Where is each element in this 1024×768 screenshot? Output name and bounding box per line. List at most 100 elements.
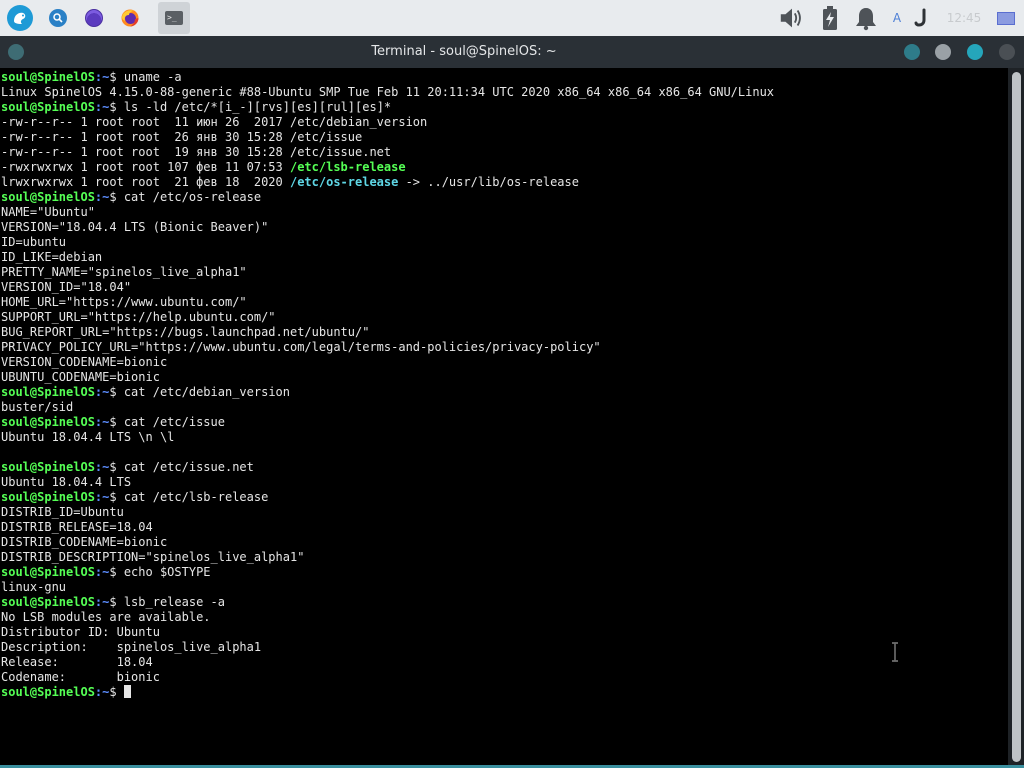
show-desktop-icon <box>997 11 1015 25</box>
output-text: Linux SpinelOS 4.15.0-88-generic #88-Ubu… <box>1 85 775 99</box>
output-text: Ubuntu 18.04.4 LTS <box>1 475 132 489</box>
prompt-symbol: $ <box>109 490 124 504</box>
prompt-symbol: $ <box>109 415 124 429</box>
output-line: Linux SpinelOS 4.15.0-88-generic #88-Ubu… <box>1 85 774 100</box>
output-text: SUPPORT_URL="https://help.ubuntu.com/" <box>1 310 276 324</box>
output-text: -rw-r--r-- 1 root root 11 июн 26 2017 /e… <box>1 115 428 129</box>
highlighted-path: /etc/os-release <box>289 175 399 189</box>
top-panel: >_ A 12:45 <box>0 0 1024 36</box>
show-desktop-button[interactable] <box>990 4 1022 32</box>
output-text: PRIVACY_POLICY_URL="https://www.ubuntu.c… <box>1 340 601 354</box>
output-line: SUPPORT_URL="https://help.ubuntu.com/" <box>1 310 774 325</box>
command-text: cat /etc/issue.net <box>123 460 254 474</box>
terminal-cursor <box>123 685 131 698</box>
prompt-path: :~ <box>94 685 110 699</box>
prompt-path: :~ <box>94 100 110 114</box>
command-text: uname -a <box>123 70 182 84</box>
text-cursor-icon <box>892 642 898 662</box>
search-launcher[interactable] <box>44 4 72 32</box>
output-text: Description: spinelos_live_alpha1 <box>1 640 262 654</box>
volume-icon[interactable] <box>778 4 806 32</box>
prompt-user: soul@SpinelOS <box>1 385 95 399</box>
output-line: VERSION="18.04.4 LTS (Bionic Beaver)" <box>1 220 774 235</box>
terminal-icon: >_ <box>165 11 183 25</box>
output-line: Ubuntu 18.04.4 LTS <box>1 475 774 490</box>
output-line: HOME_URL="https://www.ubuntu.com/" <box>1 295 774 310</box>
maximize-button[interactable] <box>967 44 983 60</box>
prompt-path: :~ <box>94 595 110 609</box>
output-line: DISTRIB_ID=Ubuntu <box>1 505 774 520</box>
prompt-path: :~ <box>94 70 110 84</box>
command-text: cat /etc/os-release <box>123 190 262 204</box>
output-text: buster/sid <box>1 400 74 414</box>
output-text: linux-gnu <box>1 580 67 594</box>
app-icon <box>85 9 103 27</box>
prompt-symbol: $ <box>109 460 124 474</box>
output-text: BUG_REPORT_URL="https://bugs.launchpad.n… <box>1 325 370 339</box>
output-text: Release: 18.04 <box>1 655 153 669</box>
prompt-line: soul@SpinelOS:~$ cat /etc/os-release <box>1 190 774 205</box>
prompt-user: soul@SpinelOS <box>1 595 95 609</box>
output-text: ID=ubuntu <box>1 235 67 249</box>
prompt-symbol: $ <box>109 685 124 699</box>
terminal-area[interactable]: soul@SpinelOS:~$ uname -a Linux SpinelOS … <box>0 68 1008 768</box>
window-menu-button[interactable] <box>8 44 24 60</box>
prompt-user: soul@SpinelOS <box>1 190 95 204</box>
updates-icon[interactable] <box>910 4 934 32</box>
shade-button[interactable] <box>904 44 920 60</box>
highlighted-path: /etc/lsb-release <box>289 160 406 174</box>
prompt-path: :~ <box>94 415 110 429</box>
terminal-taskbar-button[interactable]: >_ <box>158 2 190 34</box>
output-line: VERSION_CODENAME=bionic <box>1 355 774 370</box>
output-text: DISTRIB_RELEASE=18.04 <box>1 520 153 534</box>
prompt-user: soul@SpinelOS <box>1 460 95 474</box>
output-text: HOME_URL="https://www.ubuntu.com/" <box>1 295 247 309</box>
output-line: -rw-r--r-- 1 root root 19 янв 30 15:28 /… <box>1 145 774 160</box>
output-line: Codename: bionic <box>1 670 774 685</box>
output-line: NAME="Ubuntu" <box>1 205 774 220</box>
symlink-target: -> ../usr/lib/os-release <box>398 175 579 189</box>
output-text: VERSION_ID="18.04" <box>1 280 132 294</box>
output-line: -rwxrwxrwx 1 root root 107 фев 11 07:53 … <box>1 160 774 175</box>
notifications-icon[interactable] <box>852 4 880 32</box>
output-line: ID=ubuntu <box>1 235 774 250</box>
output-text: DISTRIB_DESCRIPTION="spinelos_live_alpha… <box>1 550 305 564</box>
output-line: -rw-r--r-- 1 root root 11 июн 26 2017 /e… <box>1 115 774 130</box>
output-text: VERSION="18.04.4 LTS (Bionic Beaver)" <box>1 220 269 234</box>
output-text: UBUNTU_CODENAME=bionic <box>1 370 160 384</box>
output-line: No LSB modules are available. <box>1 610 774 625</box>
keyboard-layout-indicator[interactable]: A <box>884 4 910 32</box>
battery-icon[interactable] <box>816 4 844 32</box>
command-text: lsb_release -a <box>123 595 225 609</box>
prompt-line: soul@SpinelOS:~$ cat /etc/lsb-release <box>1 490 774 505</box>
output-line: DISTRIB_CODENAME=bionic <box>1 535 774 550</box>
app-menu-button[interactable] <box>6 4 34 32</box>
scrollbar-thumb[interactable] <box>1012 72 1021 762</box>
close-button[interactable] <box>999 44 1015 60</box>
prompt-line: soul@SpinelOS:~$ uname -a <box>1 70 774 85</box>
search-icon <box>49 9 67 27</box>
command-text: echo $OSTYPE <box>123 565 211 579</box>
command-text: ls -ld /etc/*[i_-][rvs][es][rul][es]* <box>123 100 392 114</box>
output-text: -rw-r--r-- 1 root root 19 янв 30 15:28 /… <box>1 145 392 159</box>
output-line: -rw-r--r-- 1 root root 26 янв 30 15:28 /… <box>1 130 774 145</box>
output-text: PRETTY_NAME="spinelos_live_alpha1" <box>1 265 247 279</box>
firefox-launcher[interactable] <box>116 4 144 32</box>
firefox-icon <box>121 9 139 27</box>
minimize-button[interactable] <box>935 44 951 60</box>
app-launcher[interactable] <box>80 4 108 32</box>
command-text: cat /etc/lsb-release <box>123 490 269 504</box>
prompt-user: soul@SpinelOS <box>1 415 95 429</box>
output-text: No LSB modules are available. <box>1 610 211 624</box>
prompt-user: soul@SpinelOS <box>1 490 95 504</box>
output-line: Ubuntu 18.04.4 LTS \n \l <box>1 430 774 445</box>
terminal-output: soul@SpinelOS:~$ uname -a Linux SpinelOS … <box>1 70 774 700</box>
clock[interactable]: 12:45 <box>936 0 992 36</box>
output-line: UBUNTU_CODENAME=bionic <box>1 370 774 385</box>
output-line: PRETTY_NAME="spinelos_live_alpha1" <box>1 265 774 280</box>
prompt-symbol: $ <box>109 385 124 399</box>
prompt-user: soul@SpinelOS <box>1 70 95 84</box>
output-text: Ubuntu 18.04.4 LTS \n \l <box>1 430 175 444</box>
output-line: linux-gnu <box>1 580 774 595</box>
prompt-symbol: $ <box>109 100 124 114</box>
